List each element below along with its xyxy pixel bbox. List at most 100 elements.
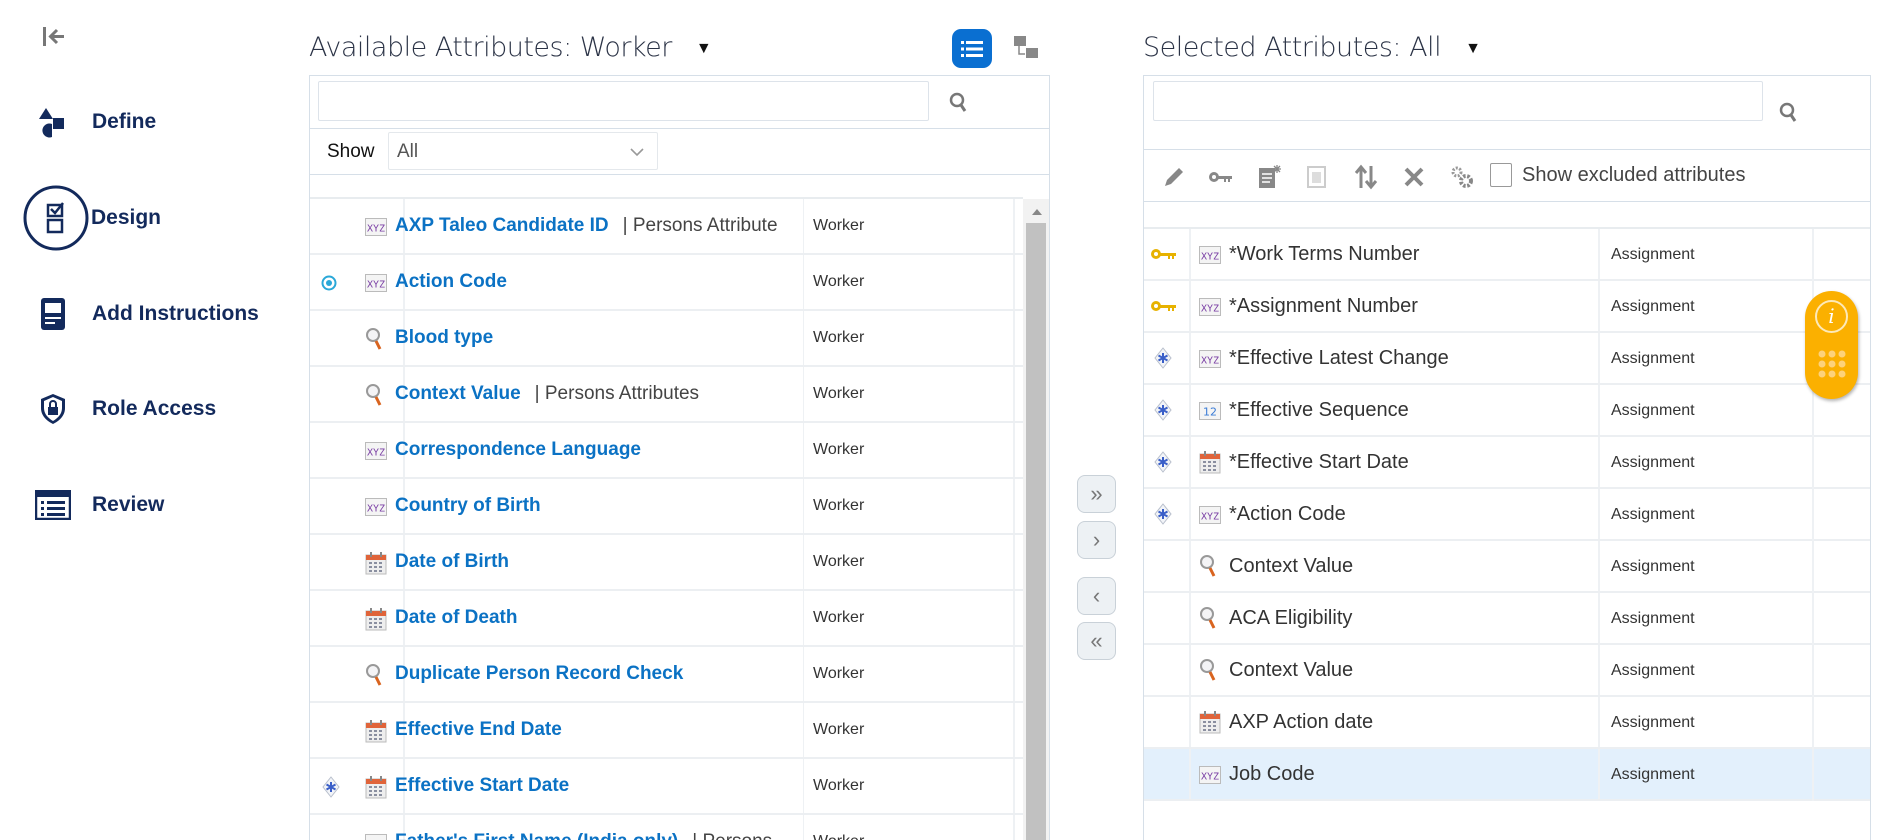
available-attributes-panel: Show All XYZ AXP Taleo Candidate ID | Per… <box>309 75 1050 840</box>
available-attribute-row[interactable]: XYZ Father's First Name (India only)| Pe… <box>310 815 1023 840</box>
selected-search-input[interactable] <box>1153 81 1763 121</box>
gears-icon <box>1451 166 1473 188</box>
key-button[interactable] <box>1207 163 1235 191</box>
text-type-icon: XYZ <box>1199 506 1221 529</box>
attribute-name-link[interactable]: Country of Birth <box>395 495 555 517</box>
available-attribute-row[interactable]: XYZ AXP Taleo Candidate ID | Persons Attr… <box>310 199 1023 255</box>
new-document-icon <box>1259 165 1281 188</box>
attribute-category: Assignment <box>1611 454 1695 471</box>
number-type-icon: 12 <box>1199 402 1221 425</box>
sidebar-item-add-instructions[interactable]: Add Instructions <box>30 289 259 339</box>
available-attribute-row[interactable]: Context Value | Persons Attributes Worker <box>310 367 1023 423</box>
attribute-category: Worker <box>813 497 865 514</box>
attribute-name: *Assignment Number <box>1229 295 1418 317</box>
shapes-icon <box>30 106 76 138</box>
calendar-icon <box>365 551 387 580</box>
available-attribute-row[interactable]: Date of Birth Worker <box>310 535 1023 591</box>
new-attribute-button[interactable] <box>1255 163 1283 191</box>
search-button[interactable] <box>948 91 970 120</box>
available-attribute-row[interactable]: XYZ Action Code Worker <box>310 255 1023 311</box>
svg-text:XYZ: XYZ <box>1201 772 1219 783</box>
attribute-name-link[interactable]: Date of Death <box>395 607 531 629</box>
attribute-name-link[interactable]: Date of Birth <box>395 551 523 573</box>
remove-all-button[interactable]: « <box>1077 622 1116 660</box>
pencil-icon <box>1165 168 1183 186</box>
available-attribute-row[interactable]: Duplicate Person Record Check Worker <box>310 647 1023 703</box>
attribute-name-link[interactable]: Effective Start Date <box>395 775 583 797</box>
selected-attributes-title[interactable]: Selected Attributes: All ▼ <box>1143 32 1481 63</box>
attribute-name: *Effective Sequence <box>1229 399 1409 421</box>
add-selected-button[interactable]: › <box>1077 521 1116 559</box>
selected-attribute-row[interactable]: Context Value Assignment <box>1144 541 1870 593</box>
attribute-name-link[interactable]: Duplicate Person Record Check <box>395 663 697 685</box>
text-type-icon: XYZ <box>1199 350 1221 373</box>
search-button[interactable] <box>1778 101 1800 130</box>
attribute-name-link[interactable]: Effective End Date <box>395 719 576 741</box>
attribute-name-link[interactable]: Blood type <box>395 327 507 349</box>
copy-icon <box>1307 166 1326 188</box>
available-attribute-row[interactable]: Effective End Date Worker <box>310 703 1023 759</box>
attribute-name-link[interactable]: Correspondence Language <box>395 439 655 461</box>
selected-attribute-row[interactable]: XYZ *Work Terms Number Assignment <box>1144 229 1870 281</box>
selected-attribute-row[interactable]: Context Value Assignment <box>1144 645 1870 697</box>
delete-button[interactable] <box>1400 163 1428 191</box>
available-attribute-row[interactable]: Date of Death Worker <box>310 591 1023 647</box>
selected-attribute-row[interactable]: 12 *Effective Sequence Assignment <box>1144 385 1870 437</box>
edit-button[interactable] <box>1160 163 1188 191</box>
selected-attribute-row[interactable]: XYZ Job Code Assignment <box>1144 749 1870 801</box>
dropdown-arrow-icon: ▼ <box>1465 37 1481 57</box>
attribute-category: Worker <box>813 833 864 840</box>
selected-attribute-row[interactable]: AXP Action date Assignment <box>1144 697 1870 749</box>
copy-button[interactable] <box>1303 163 1331 191</box>
text-type-icon: XYZ <box>365 442 387 465</box>
show-excluded-checkbox[interactable]: Show excluded attributes <box>1490 163 1745 187</box>
selected-attribute-row[interactable]: XYZ *Action Code Assignment <box>1144 489 1870 541</box>
show-select[interactable]: All <box>388 132 658 170</box>
sidebar-item-define[interactable]: Define <box>30 97 156 147</box>
selected-attribute-row[interactable]: XYZ *Effective Latest Change Assignment <box>1144 333 1870 385</box>
required-diamond-icon <box>1153 451 1173 478</box>
selected-attribute-row[interactable]: ACA Eligibility Assignment <box>1144 593 1870 645</box>
dropdown-arrow-icon: ▼ <box>695 37 712 57</box>
attribute-name-link[interactable]: AXP Taleo Candidate ID | Persons Attribut… <box>395 215 778 237</box>
selected-attribute-row[interactable]: XYZ *Assignment Number Assignment <box>1144 281 1870 333</box>
settings-button[interactable] <box>1448 163 1476 191</box>
available-attribute-row[interactable]: Blood type Worker <box>310 311 1023 367</box>
tree-view-button[interactable] <box>1012 34 1040 62</box>
available-attributes-title[interactable]: Available Attributes: Worker ▼ <box>309 32 712 63</box>
attribute-name: *Action Code <box>1229 503 1346 525</box>
required-diamond-icon <box>1153 347 1173 374</box>
sidebar-item-design[interactable]: Design <box>23 185 161 251</box>
available-attribute-row[interactable]: Effective Start Date Worker <box>310 759 1023 815</box>
available-attribute-row[interactable]: XYZ Country of Birth Worker <box>310 479 1023 535</box>
remove-selected-button[interactable]: ‹ <box>1077 577 1116 615</box>
hierarchy-icon <box>1014 36 1038 58</box>
show-label: Show <box>327 141 375 162</box>
collapse-sidebar-button[interactable] <box>40 24 68 50</box>
calendar-icon <box>1199 710 1221 739</box>
text-type-icon: XYZ <box>365 834 387 840</box>
scroll-up-icon[interactable] <box>1032 209 1042 215</box>
attribute-category: Assignment <box>1611 506 1695 523</box>
svg-text:XYZ: XYZ <box>367 280 385 291</box>
list-view-button[interactable] <box>952 29 992 68</box>
svg-text:XYZ: XYZ <box>1201 512 1219 523</box>
vertical-scrollbar[interactable] <box>1023 199 1049 840</box>
info-widget-button[interactable]: i <box>1805 291 1858 399</box>
attribute-name: AXP Action date <box>1229 711 1374 733</box>
available-search-input[interactable] <box>318 81 929 121</box>
attribute-name-link[interactable]: Action Code <box>395 271 521 293</box>
lookup-icon <box>365 327 385 356</box>
attribute-name-link[interactable]: Context Value | Persons Attributes <box>395 383 699 405</box>
review-list-icon <box>30 490 76 520</box>
scrollbar-thumb[interactable] <box>1026 223 1046 840</box>
available-attribute-row[interactable]: XYZ Correspondence Language Worker <box>310 423 1023 479</box>
attribute-name-link[interactable]: Father's First Name (India only)| Person… <box>395 831 772 840</box>
selected-attribute-row[interactable]: *Effective Start Date Assignment <box>1144 437 1870 489</box>
checkbox[interactable] <box>1490 163 1512 187</box>
reorder-button[interactable] <box>1352 163 1380 191</box>
checklist-icon <box>23 185 89 251</box>
add-all-button[interactable]: » <box>1077 475 1116 513</box>
sidebar-item-role-access[interactable]: Role Access <box>30 384 216 434</box>
sidebar-item-review[interactable]: Review <box>30 480 164 530</box>
